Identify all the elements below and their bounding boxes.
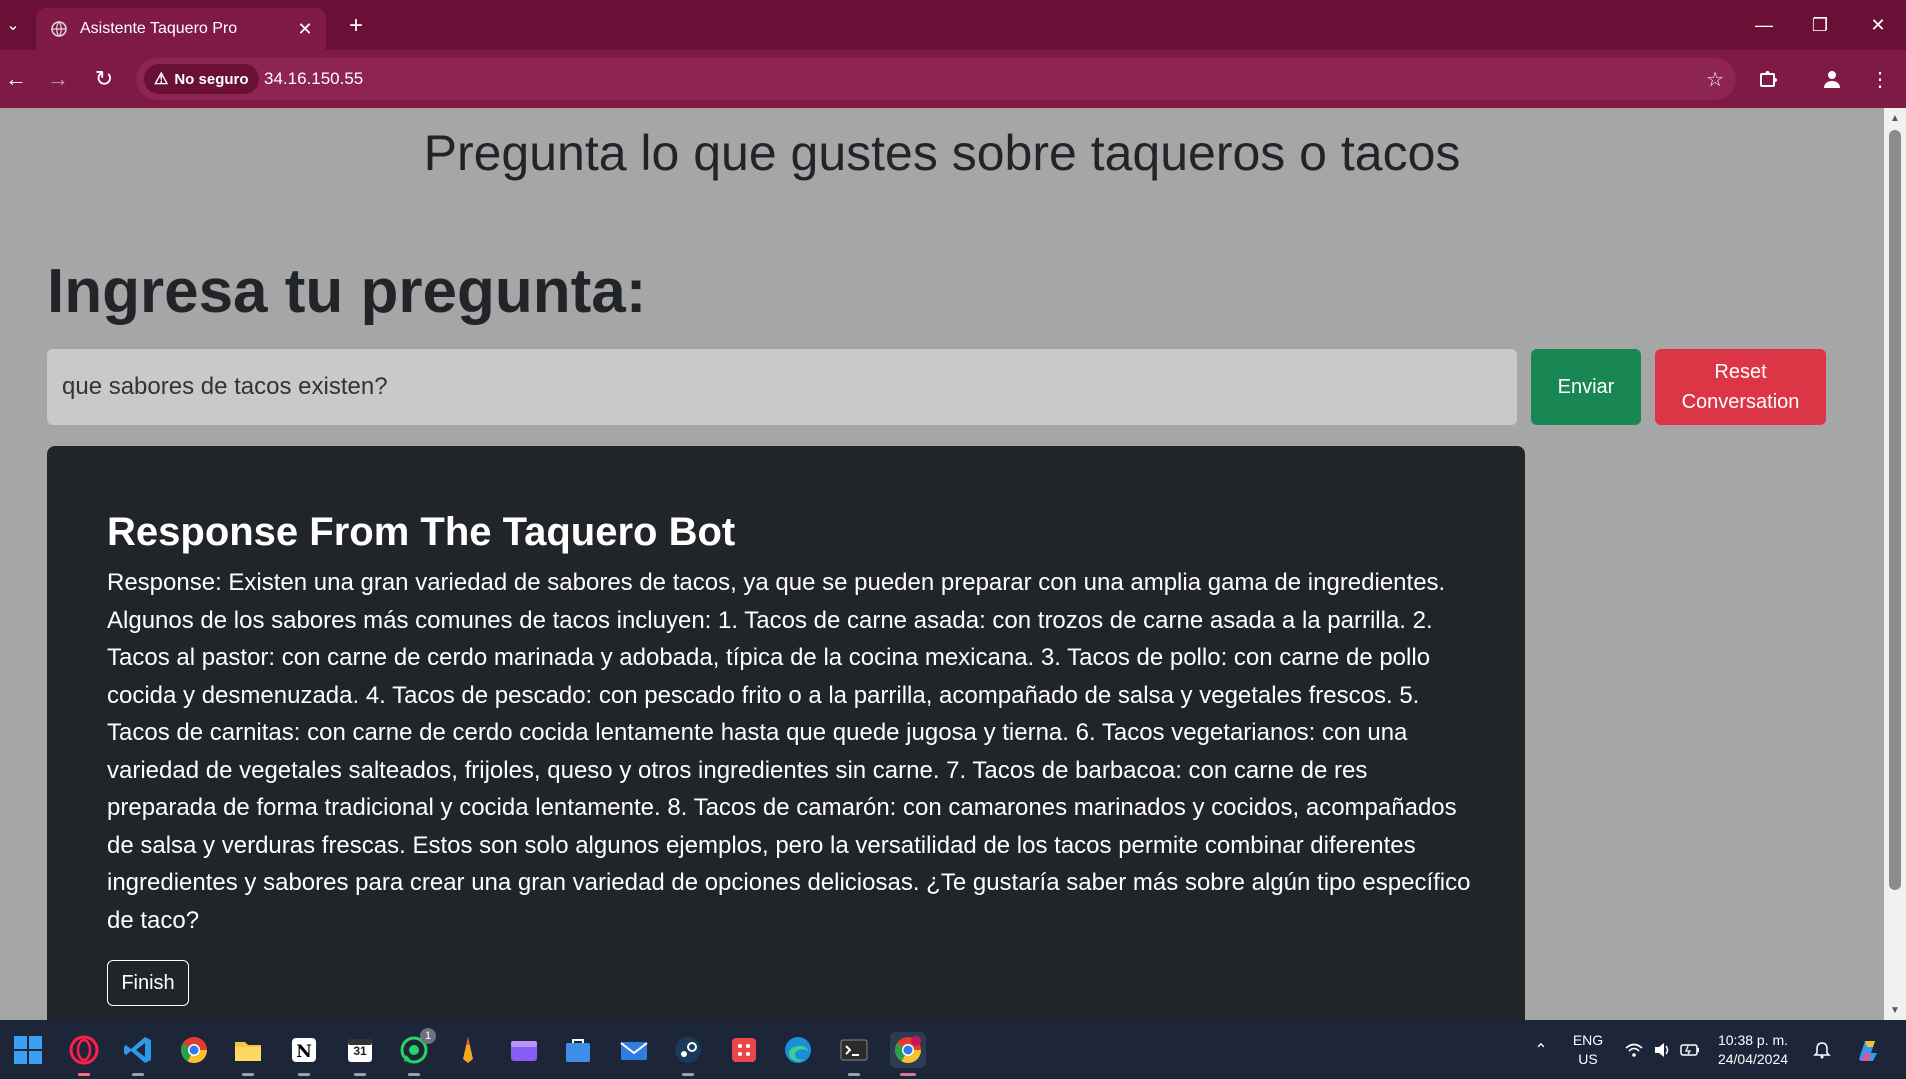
response-card: Response From The Taquero Bot Response: … — [47, 446, 1525, 1020]
reset-conversation-button[interactable]: Reset Conversation — [1655, 349, 1826, 425]
page-content: Pregunta lo que gustes sobre taqueros o … — [0, 108, 1884, 1020]
pencil-app-icon[interactable] — [450, 1032, 486, 1068]
language-indicator[interactable]: ENG US — [1566, 1020, 1610, 1079]
clock[interactable]: 10:38 p. m. 24/04/2024 — [1708, 1020, 1798, 1079]
send-button[interactable]: Enviar — [1531, 349, 1641, 425]
terminal-icon[interactable] — [836, 1032, 872, 1076]
minimize-icon[interactable]: — — [1736, 0, 1792, 50]
file-explorer-icon[interactable] — [230, 1032, 266, 1076]
profile-avatar-icon[interactable] — [1816, 63, 1848, 95]
calendar-icon[interactable]: 31 — [342, 1032, 378, 1076]
running-indicator — [78, 1073, 90, 1076]
new-tab-plus-icon[interactable]: + — [340, 10, 372, 42]
windows-start-icon[interactable] — [10, 1032, 46, 1068]
edge-icon[interactable] — [780, 1032, 816, 1068]
clock-date: 24/04/2024 — [1717, 1050, 1789, 1067]
lang-line2: US — [1578, 1050, 1598, 1067]
opera-gx-icon[interactable] — [66, 1032, 102, 1076]
url-text[interactable]: 34.16.150.55 — [264, 69, 363, 89]
back-arrow-icon[interactable]: ← — [0, 63, 32, 95]
volume-icon[interactable] — [1648, 1020, 1676, 1079]
browser-tab-bar: ⌄ Asistente Taquero Pro ✕ + — ❐ ✕ — [0, 0, 1906, 50]
running-indicator — [298, 1073, 310, 1076]
scroll-down-arrow-icon[interactable]: ▼ — [1884, 1000, 1906, 1020]
battery-icon[interactable] — [1676, 1020, 1704, 1079]
reload-icon[interactable]: ↻ — [88, 63, 120, 95]
warning-triangle-icon: ⚠ — [154, 71, 169, 88]
finish-button[interactable]: Finish — [107, 960, 189, 1006]
notion-icon[interactable]: N — [286, 1032, 322, 1076]
chrome-profile-active-icon[interactable] — [890, 1032, 926, 1076]
show-hidden-icons-chevron-icon[interactable]: ⌃ — [1526, 1020, 1556, 1079]
browser-tab-active[interactable]: Asistente Taquero Pro ✕ — [36, 8, 326, 50]
mail-icon[interactable] — [616, 1032, 652, 1068]
vscode-icon[interactable] — [120, 1032, 156, 1076]
scroll-up-arrow-icon[interactable]: ▲ — [1884, 108, 1906, 128]
extensions-puzzle-icon[interactable] — [1752, 63, 1784, 95]
response-text: Response: Existen una gran variedad de s… — [107, 569, 1471, 934]
notification-bell-icon[interactable] — [1808, 1020, 1836, 1079]
lang-line1: ENG — [1572, 1031, 1604, 1048]
copilot-icon[interactable] — [1846, 1020, 1890, 1079]
address-bar[interactable]: ⚠ No seguro 34.16.150.55 ☆ — [136, 58, 1736, 100]
running-indicator — [900, 1073, 916, 1076]
scrollbar-thumb[interactable] — [1889, 130, 1901, 890]
restore-icon[interactable]: ❐ — [1792, 0, 1848, 50]
ask-title: Ingresa tu pregunta: — [47, 257, 647, 326]
running-indicator — [682, 1073, 694, 1076]
running-indicator — [132, 1073, 144, 1076]
steam-icon[interactable] — [670, 1032, 706, 1076]
running-indicator — [848, 1073, 860, 1076]
tab-close-icon[interactable]: ✕ — [290, 14, 320, 44]
tab-title: Asistente Taquero Pro — [80, 20, 238, 37]
wifi-icon[interactable] — [1620, 1020, 1648, 1079]
notification-badge: 1 — [420, 1028, 436, 1044]
whatsapp-icon[interactable]: 1 — [396, 1028, 436, 1076]
running-indicator — [354, 1073, 366, 1076]
browser-toolbar: ← → ↻ ⚠ No seguro 34.16.150.55 ☆ ⋮ — [0, 50, 1906, 108]
tab-search-chevron-icon[interactable]: ⌄ — [0, 8, 26, 42]
security-label: No seguro — [174, 70, 249, 88]
running-indicator — [242, 1073, 254, 1076]
svg-text:N: N — [296, 1042, 312, 1062]
forward-arrow-icon[interactable]: → — [42, 63, 74, 95]
clipchamp-icon[interactable] — [506, 1032, 542, 1068]
clock-time: 10:38 p. m. — [1717, 1031, 1789, 1048]
store-icon[interactable] — [560, 1032, 596, 1068]
close-window-icon[interactable]: ✕ — [1850, 0, 1906, 50]
page-heading: Pregunta lo que gustes sobre taqueros o … — [423, 125, 1461, 181]
chrome-icon[interactable] — [176, 1032, 212, 1068]
question-input[interactable] — [47, 349, 1517, 425]
running-indicator — [408, 1073, 420, 1076]
calendar-day: 31 — [353, 1044, 367, 1058]
response-title: Response From The Taquero Bot — [107, 510, 736, 554]
globe-icon — [50, 20, 68, 38]
windows-taskbar: N 31 1 ⌃ ENG US 10:38 p. m. 24/04/2024 — [0, 1020, 1906, 1079]
security-chip[interactable]: ⚠ No seguro — [144, 64, 259, 94]
focus-app-icon[interactable] — [726, 1032, 762, 1068]
kebab-menu-icon[interactable]: ⋮ — [1864, 63, 1896, 95]
bookmark-star-icon[interactable]: ☆ — [1706, 67, 1724, 92]
vertical-scrollbar[interactable]: ▲ ▼ — [1884, 108, 1906, 1020]
reset-conversation-label: Reset Conversation — [1681, 361, 1800, 413]
